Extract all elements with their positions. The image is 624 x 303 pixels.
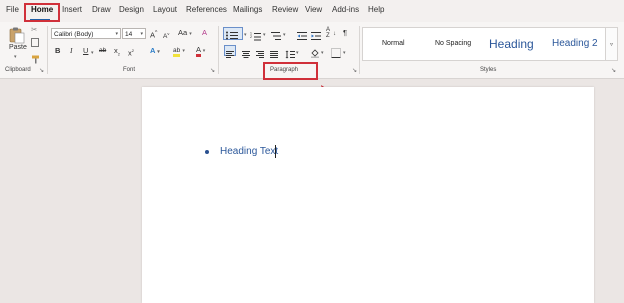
copy-icon[interactable] bbox=[31, 38, 39, 47]
borders-icon[interactable] bbox=[331, 45, 341, 58]
more-icon: ▿ bbox=[609, 42, 613, 48]
style-no-spacing[interactable]: No Spacing bbox=[435, 40, 471, 47]
style-heading-2[interactable]: Heading 2 bbox=[552, 38, 598, 49]
home-tab-highlight-box bbox=[24, 3, 60, 22]
paste-button-label[interactable]: Paste bbox=[9, 43, 27, 53]
font-name-value: Calibri (Body) bbox=[54, 31, 94, 38]
text-effects-button[interactable]: A ▾ bbox=[150, 46, 160, 57]
clear-formatting-icon[interactable]: A bbox=[202, 28, 207, 38]
document-heading-text[interactable]: Heading Text bbox=[220, 146, 278, 157]
font-launcher-icon[interactable]: ↘ bbox=[210, 67, 215, 74]
numbering-dropdown-icon[interactable]: ▾ bbox=[263, 30, 266, 40]
change-case-label: Aa bbox=[178, 28, 188, 37]
paragraph-launcher-icon[interactable]: ↘ bbox=[352, 67, 357, 74]
cut-icon[interactable]: ✂ bbox=[31, 25, 37, 35]
tab-review[interactable]: Review bbox=[272, 5, 298, 14]
numbered-list-icon[interactable]: 12 bbox=[250, 28, 262, 41]
line-spacing-icon[interactable] bbox=[285, 46, 295, 59]
shrink-font-icon[interactable]: Av bbox=[163, 29, 169, 42]
tab-help[interactable]: Help bbox=[368, 5, 384, 14]
sort-icon[interactable]: AZ bbox=[326, 27, 330, 39]
tab-design[interactable]: Design bbox=[119, 5, 144, 14]
font-size-combo[interactable]: 14 ▾ bbox=[122, 28, 146, 39]
svg-text:2: 2 bbox=[250, 35, 252, 39]
tab-draw[interactable]: Draw bbox=[92, 5, 111, 14]
clipboard-group-label: Clipboard bbox=[5, 67, 31, 73]
styles-group-label: Styles bbox=[480, 67, 497, 73]
bullets-button[interactable] bbox=[223, 27, 243, 40]
styles-launcher-icon[interactable]: ↘ bbox=[611, 67, 616, 74]
multilevel-list-icon[interactable] bbox=[270, 28, 282, 40]
chevron-down-icon: ▾ bbox=[115, 31, 118, 37]
styles-more-button[interactable]: ▿ bbox=[606, 27, 618, 61]
align-right-icon[interactable] bbox=[255, 46, 265, 58]
change-case-button[interactable]: Aa ▾ bbox=[178, 28, 192, 39]
borders-dropdown-icon[interactable]: ▾ bbox=[343, 48, 346, 58]
tab-view[interactable]: View bbox=[305, 5, 322, 14]
highlight-label: ab bbox=[173, 47, 181, 57]
underline-button[interactable]: U bbox=[83, 46, 88, 56]
justify-icon[interactable] bbox=[269, 46, 279, 58]
group-divider bbox=[218, 26, 219, 74]
show-formatting-marks-button[interactable]: ¶ bbox=[343, 28, 347, 38]
styles-gallery: Normal No Spacing Heading Heading 2 bbox=[362, 27, 606, 61]
tab-layout[interactable]: Layout bbox=[153, 5, 177, 14]
increase-indent-icon[interactable] bbox=[311, 28, 321, 40]
tab-mailings[interactable]: Mailings bbox=[233, 5, 262, 14]
document-page[interactable] bbox=[142, 87, 594, 303]
shading-icon[interactable] bbox=[310, 45, 320, 58]
shading-dropdown-icon[interactable]: ▾ bbox=[321, 48, 324, 58]
tab-insert[interactable]: Insert bbox=[62, 5, 82, 14]
tab-file[interactable]: File bbox=[6, 5, 19, 14]
line-spacing-dropdown-icon[interactable]: ▾ bbox=[296, 48, 299, 58]
ribbon-tab-bar: File Home Insert Draw Design Layout Refe… bbox=[0, 0, 624, 22]
subscript-button[interactable]: x2 bbox=[114, 46, 120, 60]
font-name-combo[interactable]: Calibri (Body) ▾ bbox=[51, 28, 121, 39]
align-left-icon bbox=[226, 51, 234, 58]
paste-dropdown-icon[interactable]: ▾ bbox=[14, 52, 17, 62]
chevron-down-icon: ▾ bbox=[140, 31, 143, 37]
superscript-button[interactable]: x2 bbox=[128, 46, 134, 59]
style-normal[interactable]: Normal bbox=[382, 40, 405, 47]
multilevel-dropdown-icon[interactable]: ▾ bbox=[283, 30, 286, 40]
clipboard-launcher-icon[interactable]: ↘ bbox=[39, 67, 44, 74]
group-divider bbox=[359, 26, 360, 74]
bullets-dropdown-icon[interactable]: ▾ bbox=[244, 30, 247, 40]
bullet-list-icon bbox=[226, 31, 238, 40]
bold-button[interactable]: B bbox=[55, 46, 60, 56]
font-size-value: 14 bbox=[125, 31, 133, 38]
font-color-button[interactable]: A ▾ bbox=[196, 45, 205, 57]
sort-arrow-icon: ↓ bbox=[333, 31, 336, 37]
format-painter-icon[interactable] bbox=[31, 51, 40, 64]
paste-icon[interactable] bbox=[8, 26, 26, 44]
font-group-label: Font bbox=[123, 67, 136, 73]
paragraph-highlight-box bbox=[263, 62, 318, 80]
strikethrough-button[interactable]: ab bbox=[99, 46, 106, 56]
text-cursor bbox=[275, 145, 276, 158]
highlight-button[interactable]: ab ▾ bbox=[173, 45, 185, 57]
text-effects-label: A bbox=[150, 46, 156, 55]
decrease-indent-icon[interactable] bbox=[297, 28, 307, 40]
style-heading[interactable]: Heading bbox=[489, 37, 534, 51]
group-divider bbox=[47, 26, 48, 74]
italic-button[interactable]: I bbox=[70, 46, 73, 56]
underline-dropdown-icon[interactable]: ▾ bbox=[91, 48, 94, 58]
tab-add-ins[interactable]: Add-ins bbox=[332, 5, 359, 14]
bullet-icon bbox=[205, 150, 209, 154]
grow-font-icon[interactable]: A^ bbox=[150, 28, 157, 41]
align-center-icon[interactable] bbox=[241, 46, 251, 58]
font-color-label: A bbox=[196, 45, 201, 57]
tab-references[interactable]: References bbox=[186, 5, 227, 14]
align-left-button[interactable] bbox=[224, 45, 236, 58]
